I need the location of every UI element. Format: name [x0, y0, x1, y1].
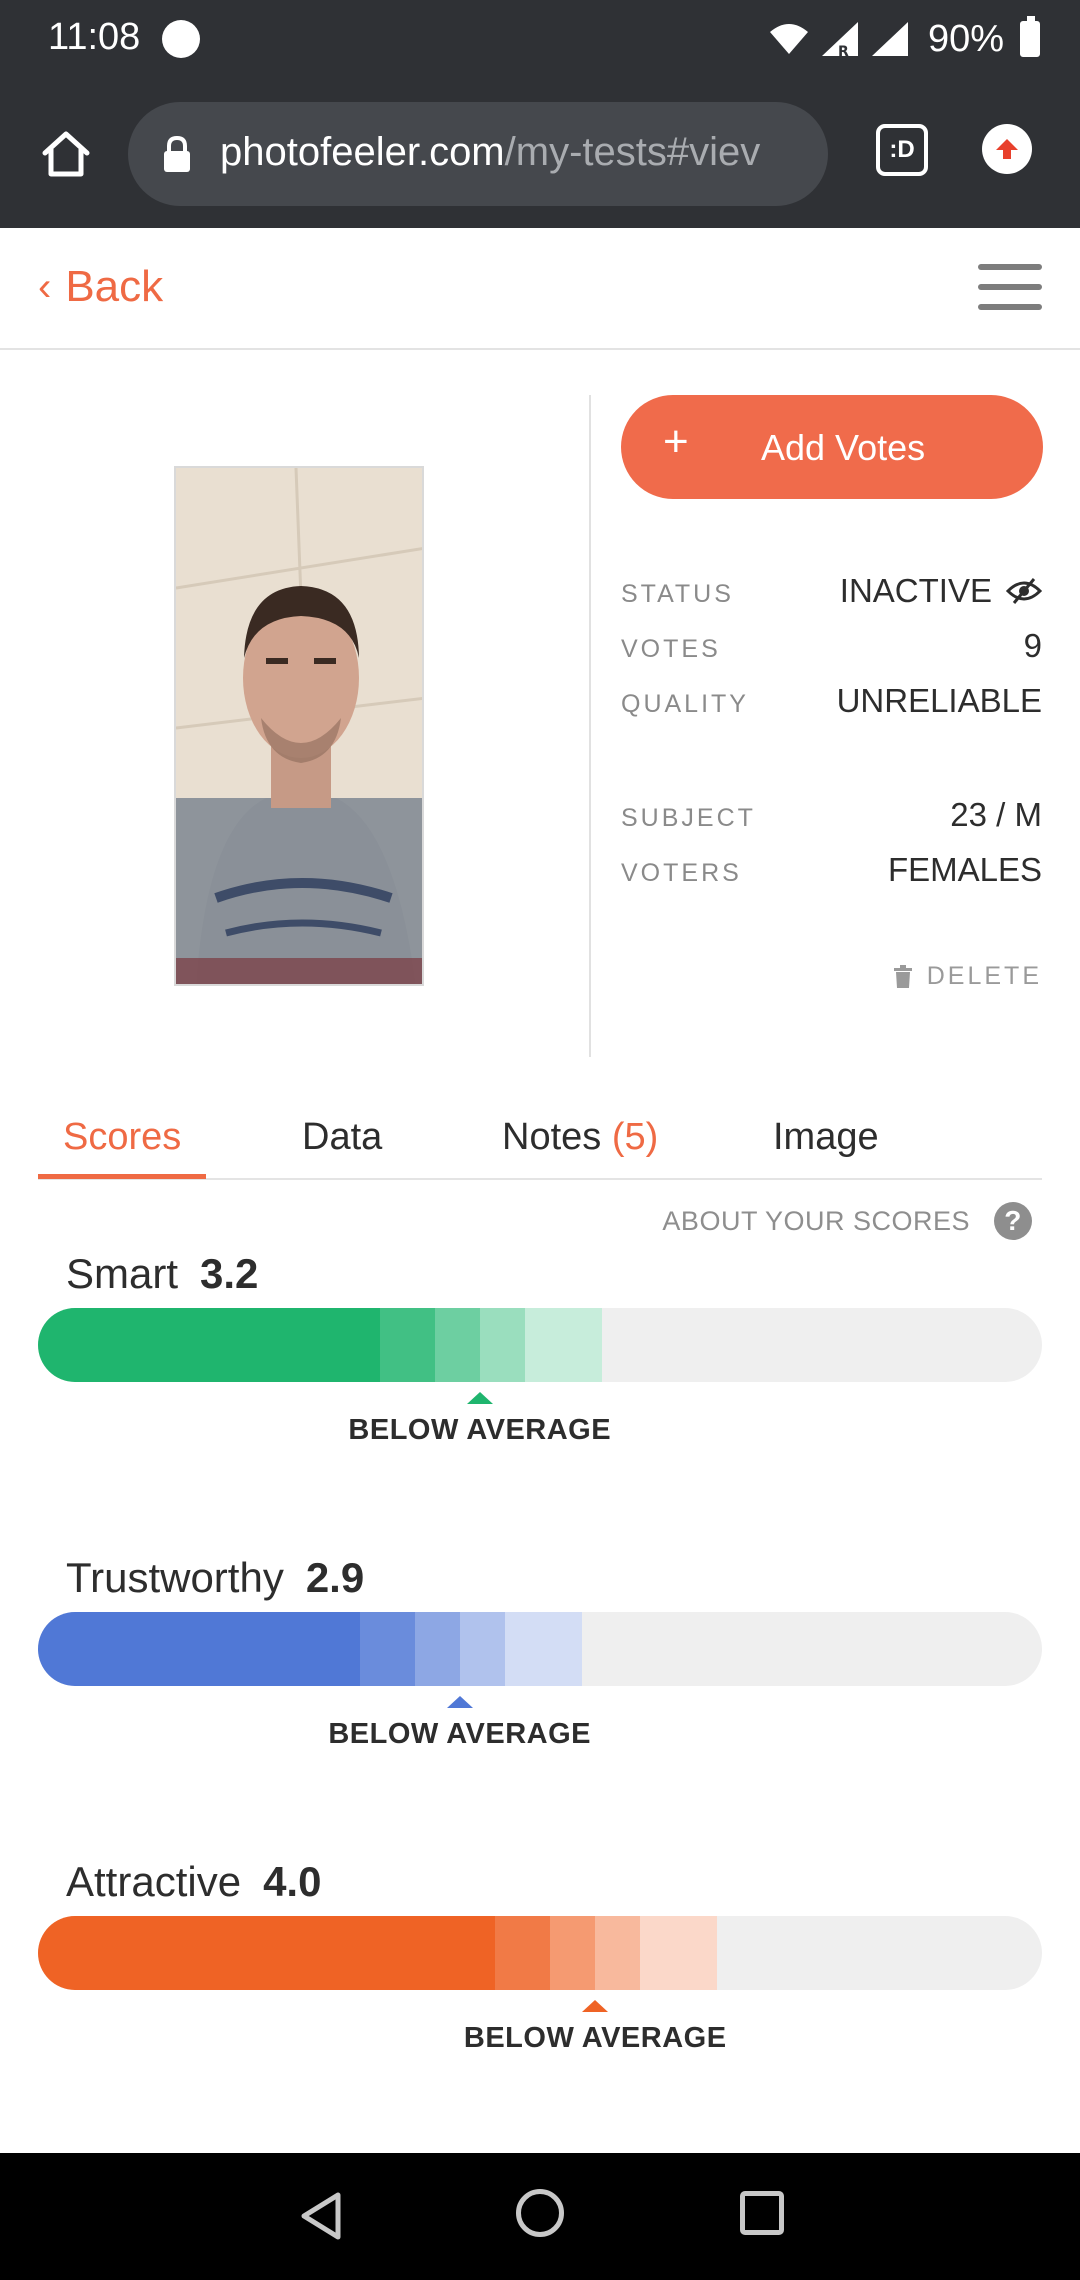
score-title: Trustworthy 2.9	[66, 1554, 365, 1601]
score-bar	[38, 1308, 1042, 1382]
score-bar-segment	[504, 1612, 582, 1686]
score-value: 4.0	[263, 1858, 322, 1905]
back-label: Back	[65, 262, 164, 311]
about-scores-label: ABOUT YOUR SCORES	[662, 1205, 970, 1236]
notes-count: (5)	[611, 1116, 659, 1158]
score-bar-segment	[495, 1916, 551, 1990]
quality-value: UNRELIABLE	[836, 682, 1042, 719]
score-verdict: BELOW AVERAGE	[463, 2022, 727, 2054]
chevron-left-icon: ‹	[38, 264, 52, 309]
tab-image[interactable]: Image	[773, 1116, 879, 1159]
score-bar-segment	[459, 1612, 505, 1686]
tabs-icon[interactable]: :D	[876, 124, 928, 176]
url-field[interactable]: photofeeler.com/my-tests#viev	[128, 102, 828, 206]
eye-slash-icon	[1006, 578, 1042, 604]
status-bar: 11:08 R 90%	[0, 0, 1080, 80]
status-label: STATUS	[621, 580, 734, 608]
browser-toolbar: photofeeler.com/my-tests#viev :D	[0, 80, 1080, 228]
plus-icon: +	[663, 417, 689, 466]
votes-value: 9	[1023, 627, 1042, 664]
home-icon[interactable]	[30, 118, 102, 190]
score-bar-segment	[414, 1612, 460, 1686]
page-header: ‹ Back	[0, 228, 1080, 350]
tab-scores[interactable]: Scores	[63, 1116, 181, 1159]
circle-home-icon[interactable]	[516, 2189, 564, 2237]
score-marker-icon	[582, 2000, 609, 2012]
score-marker-icon	[446, 1696, 473, 1708]
score-bar-segment	[38, 1612, 360, 1686]
test-photo[interactable]	[174, 466, 424, 986]
score-bar	[38, 1916, 1042, 1990]
score-bar-segment	[640, 1916, 718, 1990]
score-value: 3.2	[200, 1250, 259, 1297]
wifi-icon	[769, 24, 808, 54]
score-bar-segment	[434, 1308, 480, 1382]
about-scores-link[interactable]: ABOUT YOUR SCORES ?	[662, 1202, 1032, 1240]
upload-icon[interactable]	[982, 124, 1032, 174]
score-bar-segment	[524, 1308, 602, 1382]
android-nav-bar	[0, 2153, 1080, 2280]
status-value: INACTIVE	[840, 572, 1042, 610]
delete-label: DELETE	[926, 962, 1042, 990]
svg-text:R: R	[838, 44, 849, 58]
add-votes-button[interactable]: + Add Votes	[621, 395, 1043, 499]
score-bar-segment	[595, 1916, 641, 1990]
back-link[interactable]: ‹ Back	[38, 262, 163, 312]
score-bar	[38, 1612, 1042, 1686]
tab-notes[interactable]: Notes (5)	[502, 1116, 658, 1159]
subject-value: 23 / M	[950, 796, 1042, 833]
score-bar-segment	[38, 1308, 380, 1382]
voters-value: FEMALES	[887, 851, 1042, 888]
delete-button[interactable]: DELETE	[893, 962, 1042, 991]
score-bar-segment	[550, 1916, 596, 1990]
result-tabs: Scores Data Notes (5) Image	[38, 1110, 1042, 1180]
triangle-back-icon[interactable]	[298, 2191, 344, 2241]
vertical-divider	[589, 395, 591, 1057]
notification-dot-icon	[162, 20, 200, 58]
votes-label: VOTES	[621, 635, 721, 663]
score-bar-segment	[479, 1308, 525, 1382]
active-tab-indicator	[38, 1174, 206, 1179]
help-icon: ?	[994, 1202, 1032, 1240]
score-marker-icon	[466, 1392, 493, 1404]
trash-icon	[893, 964, 912, 988]
quality-label: QUALITY	[621, 690, 749, 718]
test-photo-image	[176, 468, 422, 984]
voters-label: VOTERS	[621, 859, 742, 887]
lock-icon	[164, 136, 190, 172]
battery-percent: 90%	[927, 17, 1004, 60]
score-verdict: BELOW AVERAGE	[328, 1718, 592, 1750]
tab-data[interactable]: Data	[302, 1116, 382, 1159]
add-votes-label: Add Votes	[761, 427, 926, 468]
score-value: 2.9	[305, 1554, 365, 1601]
hamburger-menu-icon[interactable]	[978, 264, 1042, 314]
signal-icon	[871, 22, 908, 56]
score-bar-segment	[359, 1612, 415, 1686]
subject-label: SUBJECT	[621, 804, 756, 832]
signal-r-icon: R	[821, 22, 858, 58]
score-bar-segment	[38, 1916, 496, 1990]
square-recent-icon[interactable]	[740, 2191, 784, 2235]
score-title: Smart 3.2	[66, 1250, 259, 1297]
score-verdict: BELOW AVERAGE	[348, 1414, 612, 1446]
url-text: photofeeler.com/my-tests#viev	[220, 130, 761, 174]
score-title: Attractive 4.0	[66, 1858, 322, 1905]
score-bar-segment	[379, 1308, 435, 1382]
status-icons: R 90%	[768, 14, 1040, 64]
status-time: 11:08	[48, 16, 141, 58]
battery-icon	[1020, 16, 1040, 57]
